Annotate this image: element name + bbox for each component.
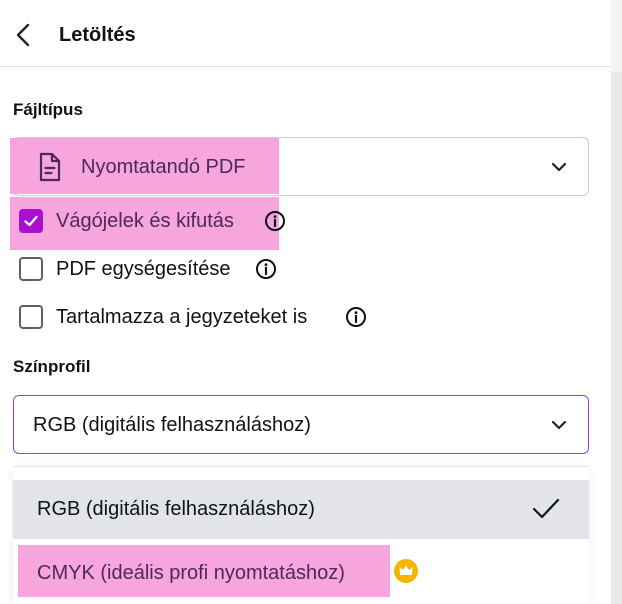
checkbox[interactable]: [19, 305, 43, 329]
color-profile-select[interactable]: RGB (digitális felhasználáshoz): [13, 395, 589, 454]
color-profile-value: RGB (digitális felhasználáshoz): [33, 414, 311, 436]
option-pdf-flatten[interactable]: PDF egységesítése: [19, 257, 289, 283]
color-profile-menu: RGB (digitális felhasználáshoz) CMYK (id…: [13, 466, 589, 604]
file-type-label: Fájltípus: [13, 100, 83, 119]
checkbox[interactable]: [19, 257, 43, 281]
scrollbar-thumb[interactable]: [611, 72, 622, 604]
back-button[interactable]: [10, 21, 38, 49]
menu-item-label: RGB (digitális felhasználáshoz): [37, 498, 315, 520]
info-icon[interactable]: [264, 210, 286, 232]
menu-item-label: CMYK (ideális profi nyomtatáshoz): [37, 562, 345, 584]
checkbox[interactable]: [19, 209, 43, 233]
menu-item-cmyk[interactable]: CMYK (ideális profi nyomtatáshoz): [13, 540, 589, 599]
scrollbar-track[interactable]: [611, 0, 622, 604]
chevron-down-icon: [551, 162, 567, 172]
color-profile-label: Színprofil: [13, 357, 91, 376]
chevron-left-icon: [16, 23, 30, 47]
checkmark-icon: [532, 498, 560, 519]
info-icon[interactable]: [255, 258, 277, 280]
header: Letöltés: [0, 0, 611, 67]
option-bleed-marks[interactable]: Vágójelek és kifutás: [19, 209, 289, 235]
crown-icon: [394, 559, 418, 583]
file-type-value: Nyomtatandó PDF: [81, 156, 246, 178]
chevron-down-icon: [551, 420, 567, 430]
info-icon[interactable]: [345, 306, 367, 328]
checkmark-icon: [24, 215, 38, 227]
option-label: Tartalmazza a jegyzeteket is: [56, 306, 308, 328]
menu-item-rgb[interactable]: RGB (digitális felhasználáshoz): [13, 480, 589, 539]
option-label: Vágójelek és kifutás: [56, 210, 234, 232]
page-title: Letöltés: [59, 24, 136, 46]
option-label: PDF egységesítése: [56, 258, 231, 280]
document-icon: [39, 152, 61, 182]
option-include-notes[interactable]: Tartalmazza a jegyzeteket is: [19, 305, 379, 331]
